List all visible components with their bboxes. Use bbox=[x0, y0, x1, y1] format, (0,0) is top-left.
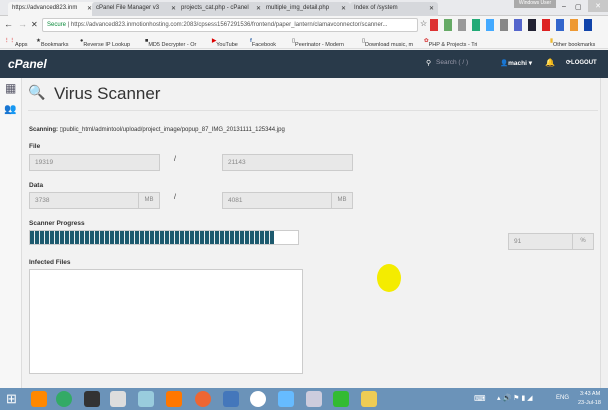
chrome-icon[interactable] bbox=[56, 391, 72, 407]
g-app-icon[interactable] bbox=[250, 391, 266, 407]
keyboard-icon[interactable]: ⌨ bbox=[474, 394, 486, 403]
data-label: Data bbox=[29, 182, 44, 189]
browser-tab[interactable]: cPanel File Manager v3 ✕ bbox=[92, 2, 180, 16]
bookmark-apps[interactable]: ⋮⋮ Apps bbox=[4, 38, 28, 48]
users-icon[interactable]: 👥 bbox=[4, 104, 16, 115]
virus-scanner-icon: 🔍 bbox=[28, 84, 46, 100]
cursor-highlight bbox=[377, 264, 401, 292]
star-icon[interactable]: ☆ bbox=[420, 19, 427, 28]
bell-icon[interactable]: 🔔 bbox=[545, 58, 555, 67]
bookmark-youtube[interactable]: ▶ YouTube bbox=[212, 38, 238, 48]
percent-addon: % bbox=[572, 234, 593, 249]
browser-tab[interactable]: https://advanced823.inm ✕ bbox=[8, 2, 96, 16]
tab-label: projects_cat.php - cPanel bbox=[181, 5, 249, 11]
address-bar-row: ← → ✕ Secure | https://advanced823.inmot… bbox=[0, 16, 608, 34]
browser-tab[interactable]: projects_cat.php - cPanel ✕ bbox=[177, 2, 265, 16]
user-menu[interactable]: 👤machi ▾ bbox=[500, 59, 532, 67]
app-icon[interactable] bbox=[138, 391, 154, 407]
url-input[interactable]: Secure | https://advanced823.inmotionhos… bbox=[42, 18, 418, 32]
maximize-button[interactable]: ▢ bbox=[575, 3, 582, 11]
bookmark-bookmarks[interactable]: ★ Bookmarks bbox=[36, 38, 68, 48]
bookmark-md5[interactable]: ■ MD5 Decrypter - Or bbox=[145, 38, 196, 48]
close-icon[interactable]: ✕ bbox=[171, 5, 176, 12]
percent-field: 91% bbox=[508, 233, 594, 250]
clock-time[interactable]: 3:43 AM bbox=[580, 391, 600, 397]
close-icon[interactable]: ✕ bbox=[341, 5, 346, 12]
sidebar: ▦ 👥 bbox=[0, 78, 22, 388]
bookmark-download-music[interactable]: ▯ Download music, m bbox=[362, 38, 413, 48]
window-user-label: Windows User bbox=[514, 0, 556, 8]
forward-icon[interactable]: → bbox=[18, 19, 27, 29]
browser-tab[interactable]: Index of /system ✕ bbox=[350, 2, 438, 16]
separator: / bbox=[174, 156, 176, 163]
secure-label: Secure bbox=[47, 22, 67, 28]
taskbar: ⊞ ⌨ ▴ 🔊 ⚑ ▮ ◢ ENG 3:43 AM 23-Jul-18 bbox=[0, 388, 608, 410]
data-current-field: 3738 MB bbox=[29, 192, 160, 209]
tab-label: multiple_img_detail.php bbox=[266, 5, 330, 11]
data-total-field: 4081 MB bbox=[222, 192, 353, 209]
firefox-icon[interactable] bbox=[195, 391, 211, 407]
file-total-field: 21143 bbox=[222, 154, 353, 171]
bookmark-facebook[interactable]: f Facebook bbox=[250, 38, 276, 48]
logout-button[interactable]: ⟳LOGOUT bbox=[566, 59, 597, 66]
file-explorer-icon[interactable] bbox=[361, 391, 377, 407]
shield-app-icon[interactable] bbox=[333, 391, 349, 407]
page-title: Virus Scanner bbox=[54, 84, 161, 103]
scanner-progress-label: Scanner Progress bbox=[29, 220, 85, 227]
bookmark-reverse-ip[interactable]: ● Reverse IP Lookup bbox=[80, 38, 130, 48]
stop-icon[interactable]: ✕ bbox=[31, 20, 38, 29]
search-input[interactable]: Search ( / ) bbox=[436, 59, 468, 66]
back-icon[interactable]: ← bbox=[4, 19, 13, 29]
bookmark-other[interactable]: ▮ Other bookmarks bbox=[550, 38, 595, 48]
infected-files-label: Infected Files bbox=[29, 259, 71, 266]
computer-icon[interactable] bbox=[110, 391, 126, 407]
language-indicator[interactable]: ENG bbox=[556, 395, 569, 401]
infected-files-textarea[interactable] bbox=[29, 269, 303, 374]
scanning-path: public_html/admintool/upload/project_ima… bbox=[62, 127, 285, 133]
search-icon: ⚲ bbox=[426, 60, 432, 67]
vlc-icon[interactable] bbox=[166, 391, 182, 407]
app-icon[interactable] bbox=[278, 391, 294, 407]
bookmark-php-projects[interactable]: ✿ PHP & Projects - Tri bbox=[424, 38, 477, 48]
close-icon[interactable]: ✕ bbox=[256, 5, 261, 12]
tab-label: Index of /system bbox=[354, 5, 398, 11]
python-icon[interactable] bbox=[223, 391, 239, 407]
url-text: https://advanced823.inmotionhosting.com:… bbox=[70, 22, 388, 28]
browser-tab[interactable]: multiple_img_detail.php ✕ bbox=[262, 2, 350, 16]
progress-fill bbox=[30, 231, 274, 244]
tray-icons[interactable]: ▴ 🔊 ⚑ ▮ ◢ bbox=[497, 394, 533, 402]
scanner-progress-bar bbox=[29, 230, 299, 245]
bookmarks-bar: ⋮⋮ Apps ★ Bookmarks ● Reverse IP Lookup … bbox=[0, 34, 608, 49]
cpanel-logo[interactable]: cPanel bbox=[8, 57, 47, 71]
scrollbar[interactable] bbox=[600, 78, 608, 388]
tab-label: https://advanced823.inm bbox=[12, 5, 78, 11]
divider bbox=[28, 110, 598, 111]
main-content: 🔍 Virus Scanner Scanning: ▯public_html/a… bbox=[22, 78, 604, 388]
file-current-field: 19319 bbox=[29, 154, 160, 171]
close-icon[interactable]: ✕ bbox=[429, 5, 434, 12]
extension-icons[interactable] bbox=[430, 19, 605, 31]
tab-label: cPanel File Manager v3 bbox=[96, 5, 160, 11]
monitor-icon[interactable] bbox=[306, 391, 322, 407]
cpanel-header: cPanel ⚲ Search ( / ) 👤machi ▾ 🔔 ⟳LOGOUT bbox=[0, 50, 608, 78]
windows-start-icon[interactable]: ⊞ bbox=[6, 391, 17, 407]
minimize-button[interactable]: – bbox=[562, 3, 566, 10]
scanning-status: Scanning: ▯public_html/admintool/upload/… bbox=[29, 127, 285, 133]
bookmark-peerinator[interactable]: ▯ Peerinator - Modern bbox=[292, 38, 344, 48]
unit-addon: MB bbox=[138, 193, 159, 208]
file-label: File bbox=[29, 143, 41, 150]
grid-icon[interactable]: ▦ bbox=[5, 81, 16, 95]
separator: / bbox=[174, 194, 176, 201]
browser-tab-bar: https://advanced823.inm ✕ cPanel File Man… bbox=[0, 0, 608, 16]
clock-date[interactable]: 23-Jul-18 bbox=[578, 400, 601, 406]
uc-browser-icon[interactable] bbox=[31, 391, 47, 407]
window-close-button[interactable]: ✕ bbox=[588, 0, 608, 12]
sublime-icon[interactable] bbox=[84, 391, 100, 407]
unit-addon: MB bbox=[331, 193, 352, 208]
